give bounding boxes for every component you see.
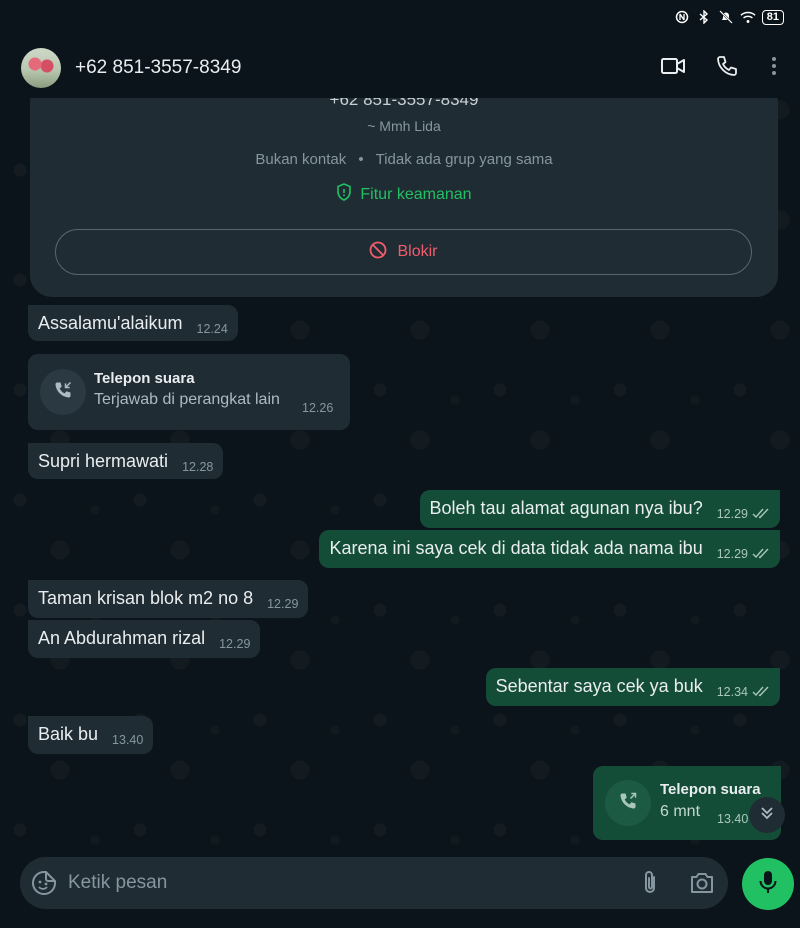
video-call-icon bbox=[660, 56, 686, 81]
message-text: Sebentar saya cek ya buk bbox=[495, 676, 703, 696]
mic-icon bbox=[758, 869, 778, 900]
message-time: 12.34 bbox=[716, 685, 748, 699]
video-call-button[interactable] bbox=[659, 54, 687, 82]
message-time: 12.29 bbox=[219, 637, 251, 651]
message-outgoing[interactable]: Sebentar saya cek ya buk 12.34 bbox=[485, 668, 780, 706]
contact-info-card: +62 851-3557-8349 ~ Mmh Lida Bukan konta… bbox=[30, 80, 778, 297]
mute-bell-icon bbox=[718, 9, 734, 25]
block-button[interactable]: Blokir bbox=[55, 229, 752, 275]
call-subtitle: Terjawab di perangkat lain bbox=[94, 391, 280, 408]
message-text: Supri hermawati bbox=[38, 451, 169, 471]
block-icon bbox=[369, 241, 387, 264]
message-text: Boleh tau alamat agunan nya ibu? bbox=[429, 498, 703, 518]
read-ticks-icon bbox=[752, 542, 770, 564]
message-incoming[interactable]: Taman krisan blok m2 no 8 12.29 bbox=[28, 580, 309, 618]
message-outgoing[interactable]: Boleh tau alamat agunan nya ibu? 12.29 bbox=[419, 490, 780, 528]
voice-call-button[interactable] bbox=[713, 54, 741, 82]
more-options-icon bbox=[771, 56, 777, 81]
call-log-incoming[interactable]: Telepon suara Terjawab di perangkat lain… bbox=[28, 354, 350, 430]
call-title: Telepon suara bbox=[94, 370, 195, 387]
read-ticks-icon bbox=[752, 680, 770, 702]
call-icon-bg bbox=[605, 780, 651, 826]
camera-icon[interactable] bbox=[689, 871, 715, 900]
meta-separator: • bbox=[358, 151, 364, 168]
read-ticks-icon bbox=[752, 502, 770, 524]
call-received-icon bbox=[53, 380, 73, 405]
message-incoming[interactable]: An Abdurahman rizal 12.29 bbox=[28, 620, 261, 658]
message-incoming[interactable]: Baik bu 13.40 bbox=[28, 716, 154, 754]
call-time: 13.40 bbox=[717, 812, 749, 826]
message-time: 12.29 bbox=[267, 597, 299, 611]
call-icon-bg bbox=[40, 369, 86, 415]
security-features-link[interactable]: Fitur keamanan bbox=[30, 183, 778, 206]
more-options-button[interactable] bbox=[760, 54, 788, 82]
nfc-icon bbox=[674, 9, 690, 25]
chevron-down-icon bbox=[759, 805, 775, 826]
message-time: 13.40 bbox=[112, 733, 144, 747]
status-icons: 81 bbox=[674, 9, 784, 25]
message-text: Taman krisan blok m2 no 8 bbox=[38, 588, 254, 608]
message-input[interactable] bbox=[68, 857, 628, 909]
message-time: 12.29 bbox=[716, 547, 748, 561]
message-text: An Abdurahman rizal bbox=[38, 628, 206, 648]
message-text: Assalamu'alaikum bbox=[38, 313, 183, 333]
status-bar: 81 bbox=[0, 0, 800, 40]
message-time: 12.29 bbox=[716, 507, 748, 521]
contact-name[interactable]: +62 851-3557-8349 bbox=[75, 57, 241, 79]
call-outgoing-icon bbox=[618, 791, 638, 816]
message-text: Karena ini saya cek di data tidak ada na… bbox=[329, 538, 703, 558]
message-outgoing[interactable]: Karena ini saya cek di data tidak ada na… bbox=[319, 530, 780, 568]
sticker-icon[interactable] bbox=[31, 870, 57, 901]
battery-indicator: 81 bbox=[761, 9, 784, 25]
no-common-groups-label: Tidak ada grup yang sama bbox=[375, 151, 553, 168]
shield-icon bbox=[336, 183, 352, 206]
call-time: 12.26 bbox=[302, 401, 334, 415]
message-incoming[interactable]: Assalamu'alaikum 12.24 bbox=[28, 305, 238, 341]
block-label: Blokir bbox=[397, 243, 438, 260]
voice-call-icon bbox=[715, 54, 739, 83]
scroll-to-bottom-button[interactable] bbox=[749, 797, 785, 833]
message-time: 12.24 bbox=[196, 322, 228, 336]
attach-icon[interactable] bbox=[640, 870, 660, 901]
security-features-label: Fitur keamanan bbox=[360, 185, 472, 203]
message-composer bbox=[20, 857, 728, 909]
message-incoming[interactable]: Supri hermawati 12.28 bbox=[28, 443, 224, 479]
wifi-icon bbox=[740, 9, 756, 25]
info-meta: Bukan kontak • Tidak ada grup yang sama bbox=[30, 151, 778, 168]
voice-record-button[interactable] bbox=[742, 858, 794, 910]
call-subtitle: 6 mnt bbox=[660, 803, 701, 820]
not-contact-label: Bukan kontak bbox=[255, 151, 347, 168]
call-title: Telepon suara bbox=[660, 781, 761, 798]
message-text: Baik bu bbox=[38, 724, 99, 744]
info-alias: ~ Mmh Lida bbox=[367, 118, 441, 134]
contact-avatar[interactable] bbox=[21, 48, 61, 88]
bluetooth-icon bbox=[696, 9, 712, 25]
chat-header: +62 851-3557-8349 bbox=[0, 40, 800, 98]
message-time: 12.28 bbox=[182, 460, 214, 474]
